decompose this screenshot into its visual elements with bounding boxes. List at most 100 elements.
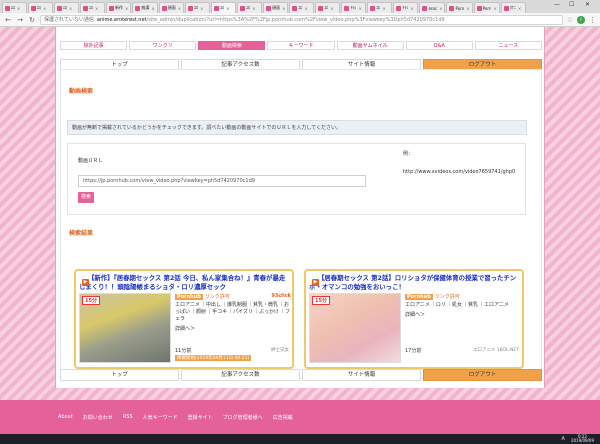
tab-close-icon[interactable]: × [439,6,442,11]
footer-link[interactable]: RSS [123,414,133,420]
result-card[interactable]: ▶【居春期セックス 第2話】ロリショタが保健体育の授業で習ったチンポ・オマンコの… [304,269,524,369]
details-link[interactable]: 詳細ヘ＞ [405,311,521,318]
tab-close-icon[interactable]: × [282,6,285,11]
tab-close-icon[interactable]: × [69,6,72,11]
site-name[interactable]: 93click [271,293,291,299]
browser-tab[interactable]: ﾁﾗｼ × [393,2,419,13]
browser-tab[interactable]: ｴﾛ × [211,2,237,13]
tab-close-icon[interactable]: × [226,6,229,11]
details-link[interactable]: 詳細ヘ＞ [175,325,291,332]
browser-tab[interactable]: ｵﾅﾆ × [500,2,526,13]
main-nav-item[interactable]: ログアウト [423,369,542,381]
browser-tab[interactable]: ｴﾛ × [315,2,341,13]
browser-tab[interactable]: 痴漢 × [132,2,158,13]
tab-close-icon[interactable]: × [95,6,98,11]
category-tab[interactable]: キーワード [267,41,335,50]
source-site[interactable]: 紳士兄女 [271,347,289,353]
browser-tab[interactable]: 新作 × [106,2,132,13]
back-button[interactable]: ← [4,16,12,24]
tab-close-icon[interactable]: × [178,6,181,11]
tab-close-icon[interactable]: × [518,6,521,11]
security-indicator[interactable]: 保護されていない通信 [44,16,94,23]
tab-favicon-icon [135,5,141,11]
result-card[interactable]: ▶【新作】『居春期セックス 第2話 今日、私ん家集合ね！』青春が暴走しまくり！！… [74,269,294,369]
result-thumbnail[interactable]: 15分 [79,293,171,363]
search-button[interactable]: 検索 [78,192,94,203]
tag-link[interactable]: 爆乳制服 [227,302,247,308]
footer-link[interactable]: About [58,414,73,420]
footer-link[interactable]: お問い合わせ [83,414,113,421]
tab-close-icon[interactable]: × [493,6,496,11]
tab-close-icon[interactable]: × [358,6,361,11]
ime-indicator[interactable]: A [562,436,565,442]
category-tab[interactable]: ニュース [474,41,542,50]
category-tab[interactable]: ワンクリ [129,41,197,50]
close-icon[interactable]: ✕ [585,1,590,8]
minimize-icon[interactable]: — [554,1,560,8]
browser-tab[interactable]: Porn × [473,2,500,13]
browser-tab[interactable]: ｴﾛ × [367,2,393,13]
tab-close-icon[interactable]: × [200,6,203,11]
tab-close-icon[interactable]: × [43,6,46,11]
tab-close-icon[interactable]: × [17,6,20,11]
tag-link[interactable]: ぶっかけ [259,309,279,315]
tag-link[interactable]: エロアニメ [175,302,200,308]
source-site[interactable]: エロアニメ 18OL.NET [473,347,519,353]
category-tab[interactable]: 動画サムネイル [336,41,404,50]
browser-tab[interactable]: ｴﾛ × [28,2,53,13]
browser-tab[interactable]: eroc × [419,2,446,13]
footer-link[interactable]: 広告掲載 [273,414,293,421]
system-clock[interactable]: 0:22 2019/09/09 [571,435,594,443]
tag-link[interactable]: パイズリ [233,309,253,315]
result-title[interactable]: ▶【居春期セックス 第2話】ロリショタが保健体育の授業で習ったチンポ・オマンコの… [309,274,521,291]
tab-close-icon[interactable]: × [410,6,413,11]
site-footer: About お問い合わせ RSS 人気キーワード 登録サイト ブログ管理者様へ 広告掲載 [0,400,600,434]
tag-link[interactable]: エロアニメ [405,302,430,308]
browser-tab[interactable]: ﾁﾗｼ × [341,2,367,13]
menu-icon[interactable]: ⋮ [589,16,596,24]
footer-link[interactable]: ブログ管理者様へ [223,414,263,421]
tag-link[interactable]: エロアニメ [484,302,509,308]
bookmark-star-icon[interactable]: ☆ [567,16,573,24]
browser-tab[interactable]: 顔面 × [158,2,185,13]
browser-tab[interactable]: ｴﾛ × [2,2,27,13]
category-tab[interactable]: 動画検索 [198,41,266,50]
tab-close-icon[interactable]: × [382,6,385,11]
maximize-icon[interactable]: ☐ [569,1,574,8]
browser-tab[interactable]: Porn × [446,2,473,13]
video-url-input[interactable] [78,175,366,187]
address-bar[interactable]: 保護されていない通信 anime.eroterest.net/site_admi… [40,14,563,25]
tag-link[interactable]: 中出し [206,302,221,308]
category-tab[interactable]: Q&A [405,41,473,50]
browser-tab[interactable]: ｴﾛ × [185,2,211,13]
browser-tab[interactable]: ｴﾛ × [237,2,263,13]
tab-close-icon[interactable]: × [125,6,128,11]
tag-link[interactable]: 顔射 [196,309,206,315]
browser-tab[interactable]: ｴﾛ × [80,2,105,13]
browser-tab[interactable]: ｴﾛ × [289,2,315,13]
main-nav-item[interactable]: 記事アクセス数 [181,369,300,381]
result-title[interactable]: ▶【新作】『居春期セックス 第2話 今日、私ん家集合ね！』青春が暴走しまくり！！… [79,274,291,291]
tag-link[interactable]: 手コキ [212,309,227,315]
tag-link[interactable]: 貧乳 [468,302,478,308]
tab-label: ｴﾛ [37,5,41,10]
tab-close-icon[interactable]: × [304,6,307,11]
category-tab[interactable]: 除外記事 [60,41,128,50]
browser-tab[interactable]: ｴﾛ × [54,2,79,13]
tab-close-icon[interactable]: × [252,6,255,11]
reload-button[interactable]: ↻ [28,16,36,24]
tab-close-icon[interactable]: × [330,6,333,11]
tag-link[interactable]: 貧乳・微乳 [253,302,278,308]
footer-link[interactable]: 登録サイト [188,414,213,421]
tag-link[interactable]: 処女 [452,302,462,308]
forward-button[interactable]: → [16,16,24,24]
tab-close-icon[interactable]: × [466,6,469,11]
main-nav-item[interactable]: トップ [60,369,179,381]
result-thumbnail[interactable]: 15分 [309,293,401,363]
tab-close-icon[interactable]: × [151,6,154,11]
footer-link[interactable]: 人気キーワード [143,414,178,421]
profile-avatar[interactable]: i [577,15,585,24]
browser-tab[interactable]: 顔面 × [263,2,289,13]
tag-link[interactable]: ロリ [436,302,446,308]
main-nav-item[interactable]: サイト情報 [302,369,421,381]
